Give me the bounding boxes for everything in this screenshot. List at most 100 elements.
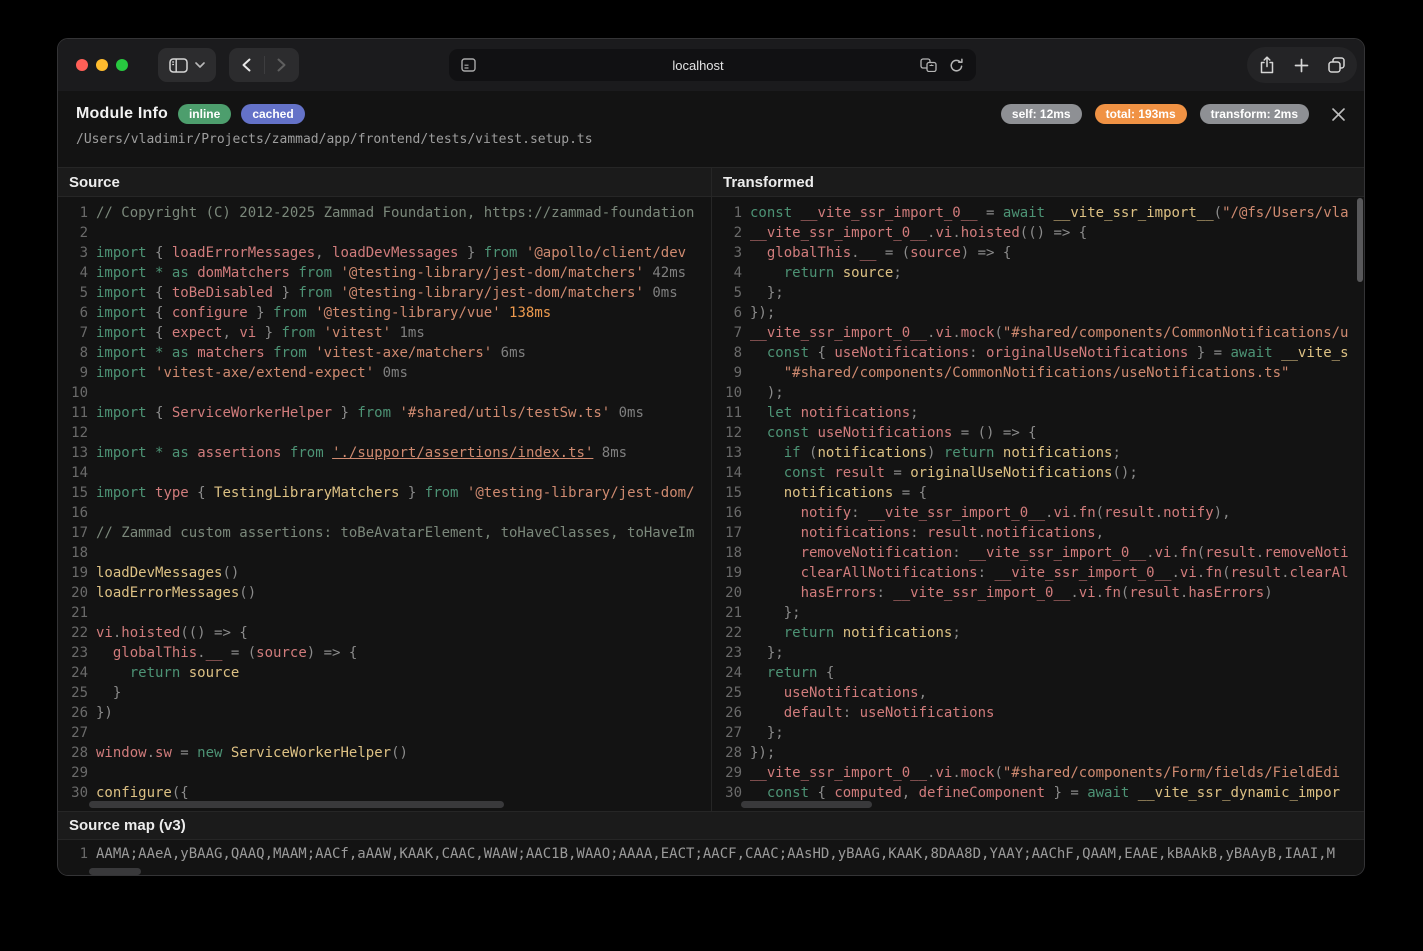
code-line: 9import 'vitest-axe/extend-expect' 0ms (58, 363, 711, 383)
reload-icon[interactable] (949, 58, 964, 73)
code-line: 5 }; (712, 283, 1364, 303)
line-number: 14 (712, 463, 750, 483)
line-number: 22 (58, 623, 96, 643)
line-number: 22 (712, 623, 750, 643)
code-line: 19loadDevMessages() (58, 563, 711, 583)
line-number: 28 (712, 743, 750, 763)
code-line: 14 const result = originalUseNotificatio… (712, 463, 1364, 483)
transformed-horizontal-scrollbar[interactable] (741, 801, 872, 808)
source-panel-header: Source (58, 167, 711, 197)
code-line: 28window.sw = new ServiceWorkerHelper() (58, 743, 711, 763)
code-line: 14 (58, 463, 711, 483)
forward-button[interactable] (265, 48, 299, 82)
nav-buttons (229, 48, 299, 82)
page-settings-icon[interactable] (461, 58, 476, 72)
sidebar-button[interactable] (158, 48, 216, 82)
source-panel: Source 1// Copyright (C) 2012-2025 Zamma… (58, 167, 711, 811)
badge-inline: inline (178, 104, 231, 124)
chevron-down-icon (195, 62, 205, 68)
sidebar-icon (169, 58, 188, 73)
line-number: 19 (58, 563, 96, 583)
code-line: 1const __vite_ssr_import_0__ = await __v… (712, 203, 1364, 223)
line-number: 4 (712, 263, 750, 283)
transformed-panel-title: Transformed (723, 174, 814, 191)
close-button[interactable] (1331, 107, 1346, 122)
line-number: 24 (58, 663, 96, 683)
badge-cached: cached (241, 104, 304, 124)
code-line: 15 notifications = { (712, 483, 1364, 503)
line-number: 5 (58, 283, 96, 303)
window-close-button[interactable] (76, 59, 88, 71)
code-line: 28}); (712, 743, 1364, 763)
code-line: 3import { loadErrorMessages, loadDevMess… (58, 243, 711, 263)
line-number: 12 (58, 423, 96, 443)
line-number: 29 (712, 763, 750, 783)
code-line: 2 (58, 223, 711, 243)
line-number: 16 (712, 503, 750, 523)
line-number: 26 (58, 703, 96, 723)
line-number: 15 (58, 483, 96, 503)
address-bar[interactable]: localhost (449, 49, 976, 81)
browser-toolbar: localhost (58, 39, 1364, 91)
line-number: 17 (58, 523, 96, 543)
back-button[interactable] (230, 48, 264, 82)
code-line: 25 } (58, 683, 711, 703)
code-line: 10 (58, 383, 711, 403)
code-line: 23 }; (712, 643, 1364, 663)
code-line: 12 const useNotifications = () => { (712, 423, 1364, 443)
close-icon (1331, 107, 1346, 122)
line-number: 7 (58, 323, 96, 343)
window-minimize-button[interactable] (96, 59, 108, 71)
code-line: 29__vite_ssr_import_0__.vi.mock("#shared… (712, 763, 1364, 783)
code-line: 25 useNotifications, (712, 683, 1364, 703)
line-number: 14 (58, 463, 96, 483)
tab-overview-icon[interactable] (1328, 57, 1345, 73)
code-panels: Source 1// Copyright (C) 2012-2025 Zamma… (58, 167, 1364, 811)
sourcemap-horizontal-scrollbar[interactable] (89, 868, 141, 875)
new-tab-icon[interactable] (1294, 58, 1309, 73)
code-line: 27 (58, 723, 711, 743)
code-line: 2__vite_ssr_import_0__.vi.hoisted(() => … (712, 223, 1364, 243)
code-line: 7__vite_ssr_import_0__.vi.mock("#shared/… (712, 323, 1364, 343)
source-panel-title: Source (69, 174, 120, 191)
url-text[interactable]: localhost (476, 58, 920, 73)
code-line: 11 let notifications; (712, 403, 1364, 423)
page-title: Module Info (76, 105, 168, 123)
code-line: 20 hasErrors: __vite_ssr_import_0__.vi.f… (712, 583, 1364, 603)
share-icon[interactable] (1259, 56, 1275, 74)
transformed-vertical-scrollbar[interactable] (1357, 198, 1363, 282)
line-number: 10 (712, 383, 750, 403)
browser-window: localhost (57, 38, 1365, 876)
line-number: 21 (58, 603, 96, 623)
source-horizontal-scrollbar[interactable] (89, 801, 504, 808)
window-zoom-button[interactable] (116, 59, 128, 71)
code-line: 18 (58, 543, 711, 563)
sourcemap-line: 1 AAMA;AAeA,yBAAG,QAAQ,MAAM;AACf,aAAW,KA… (58, 843, 1364, 865)
code-line: 6import { configure } from '@testing-lib… (58, 303, 711, 323)
code-line: 17 notifications: result.notifications, (712, 523, 1364, 543)
translate-icon[interactable] (920, 58, 937, 72)
code-line: 12 (58, 423, 711, 443)
code-line: 3 globalThis.__ = (source) => { (712, 243, 1364, 263)
transformed-code: 1const __vite_ssr_import_0__ = await __v… (712, 197, 1364, 805)
code-line: 21 (58, 603, 711, 623)
line-number: 6 (58, 303, 96, 323)
transformed-panel: Transformed 1const __vite_ssr_import_0__… (711, 167, 1364, 811)
sourcemap-section: Source map (v3) 1 AAMA;AAeA,yBAAG,QAAQ,M… (58, 811, 1364, 876)
traffic-lights (76, 59, 128, 71)
line-number: 30 (58, 783, 96, 803)
module-link[interactable]: './support/assertions/index.ts' (332, 445, 593, 461)
code-line: 18 removeNotification: __vite_ssr_import… (712, 543, 1364, 563)
line-number: 23 (712, 643, 750, 663)
line-number: 13 (58, 443, 96, 463)
code-line: 24 return { (712, 663, 1364, 683)
code-line: 13 if (notifications) return notificatio… (712, 443, 1364, 463)
timing-transform-badge: transform: 2ms (1200, 104, 1309, 124)
line-number: 8 (58, 343, 96, 363)
code-line: 6}); (712, 303, 1364, 323)
line-number: 19 (712, 563, 750, 583)
code-line: 1// Copyright (C) 2012-2025 Zammad Found… (58, 203, 711, 223)
sourcemap-line-number: 1 (58, 843, 96, 865)
line-number: 2 (58, 223, 96, 243)
line-number: 26 (712, 703, 750, 723)
